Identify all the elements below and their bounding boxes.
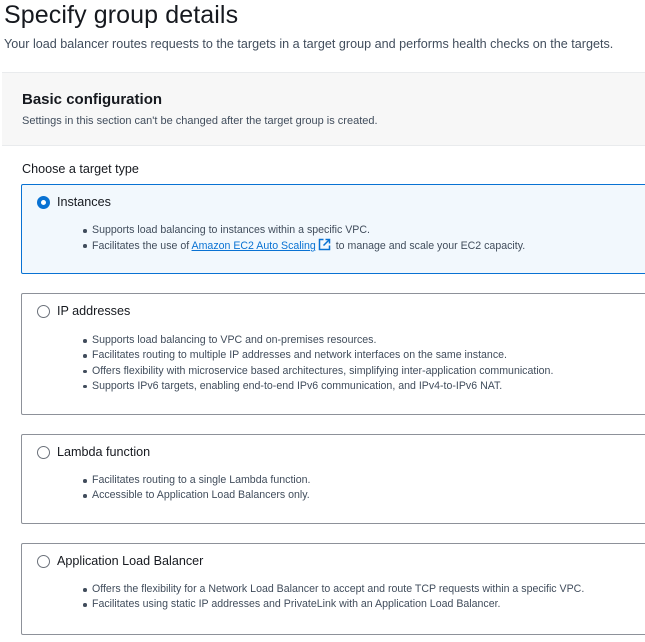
bullet-item: Facilitates routing to multiple IP addre… bbox=[81, 348, 553, 363]
bullet-dot-icon bbox=[83, 354, 87, 358]
ec2-auto-scaling-link[interactable]: Amazon EC2 Auto Scaling bbox=[192, 240, 316, 252]
tile-bullets-application-load-balancer: Offers the flexibility for a Network Loa… bbox=[81, 582, 584, 613]
bullet-item: Facilitates routing to a single Lambda f… bbox=[81, 473, 310, 488]
bullet-dot-icon bbox=[83, 244, 87, 248]
tile-title-instances: Instances bbox=[57, 195, 111, 209]
radio-ip-addresses[interactable] bbox=[37, 305, 50, 318]
bullet-item: Supports IPv6 targets, enabling end-to-e… bbox=[81, 379, 553, 394]
bullet-item: Supports load balancing to instances wit… bbox=[81, 223, 525, 238]
bullet-text: Supports load balancing to instances wit… bbox=[92, 224, 370, 236]
bullet-text: Supports load balancing to VPC and on-pr… bbox=[92, 334, 377, 346]
radio-instances[interactable] bbox=[37, 196, 50, 209]
bullet-text: Supports IPv6 targets, enabling end-to-e… bbox=[92, 379, 503, 392]
target-type-label: Choose a target type bbox=[22, 162, 139, 176]
external-link-icon[interactable] bbox=[318, 238, 331, 251]
bullet-text: Facilitates routing to multiple IP addre… bbox=[92, 349, 507, 362]
target-type-tile-ip-addresses[interactable]: IP addresses Supports load balancing to … bbox=[21, 293, 645, 415]
bullet-text: Facilitates routing to a single Lambda f… bbox=[92, 474, 311, 486]
bullet-text-suffix: to manage and scale your EC2 capacity. bbox=[332, 240, 526, 253]
bullet-text: Offers flexibility with microservice bas… bbox=[92, 364, 554, 377]
bullet-dot-icon bbox=[83, 479, 87, 483]
bullet-dot-icon bbox=[83, 603, 87, 607]
bullet-dot-icon bbox=[83, 494, 87, 498]
bullet-dot-icon bbox=[83, 588, 87, 592]
tile-title-lambda-function: Lambda function bbox=[57, 445, 151, 459]
page-title: Specify group details bbox=[4, 1, 239, 29]
bullet-item: Offers the flexibility for a Network Loa… bbox=[81, 582, 584, 597]
tile-title-ip-addresses: IP addresses bbox=[57, 304, 131, 318]
target-type-tile-application-load-balancer[interactable]: Application Load Balancer Offers the fle… bbox=[21, 543, 645, 635]
tile-bullets-instances: Supports load balancing to instances wit… bbox=[81, 223, 525, 255]
page-description: Your load balancer routes requests to th… bbox=[4, 37, 614, 51]
target-type-tile-lambda-function[interactable]: Lambda function Facilitates routing to a… bbox=[21, 434, 645, 524]
radio-application-load-balancer[interactable] bbox=[37, 555, 50, 568]
bullet-text: Accessible to Application Load Balancers… bbox=[92, 489, 310, 502]
tile-bullets-ip-addresses: Supports load balancing to VPC and on-pr… bbox=[81, 333, 553, 394]
bullet-item: Offers flexibility with microservice bas… bbox=[81, 364, 553, 379]
bullet-text: Facilitates the use of bbox=[92, 240, 192, 253]
radio-lambda-function[interactable] bbox=[37, 446, 50, 459]
target-type-tile-instances[interactable]: Instances Supports load balancing to ins… bbox=[21, 184, 645, 274]
bullet-dot-icon bbox=[83, 369, 87, 374]
bullet-item: Facilitates using static IP addresses an… bbox=[81, 597, 584, 612]
bullet-dot-icon bbox=[83, 229, 87, 233]
bullet-item: Facilitates the use of Amazon EC2 Auto S… bbox=[81, 238, 525, 254]
bullet-text: Facilitates using static IP addresses an… bbox=[92, 598, 501, 611]
bullet-dot-icon bbox=[83, 339, 87, 343]
bullet-item: Supports load balancing to VPC and on-pr… bbox=[81, 333, 553, 348]
section-description: Settings in this section can't be change… bbox=[22, 115, 378, 127]
section-title: Basic configuration bbox=[22, 91, 163, 108]
bullet-dot-icon bbox=[83, 384, 87, 389]
tile-title-application-load-balancer: Application Load Balancer bbox=[57, 554, 204, 568]
bullet-item: Accessible to Application Load Balancers… bbox=[81, 488, 310, 503]
bullet-text: Offers the flexibility for a Network Loa… bbox=[92, 583, 585, 595]
basic-configuration-header: Basic configuration Settings in this sec… bbox=[2, 72, 645, 146]
tile-bullets-lambda-function: Facilitates routing to a single Lambda f… bbox=[81, 473, 310, 504]
